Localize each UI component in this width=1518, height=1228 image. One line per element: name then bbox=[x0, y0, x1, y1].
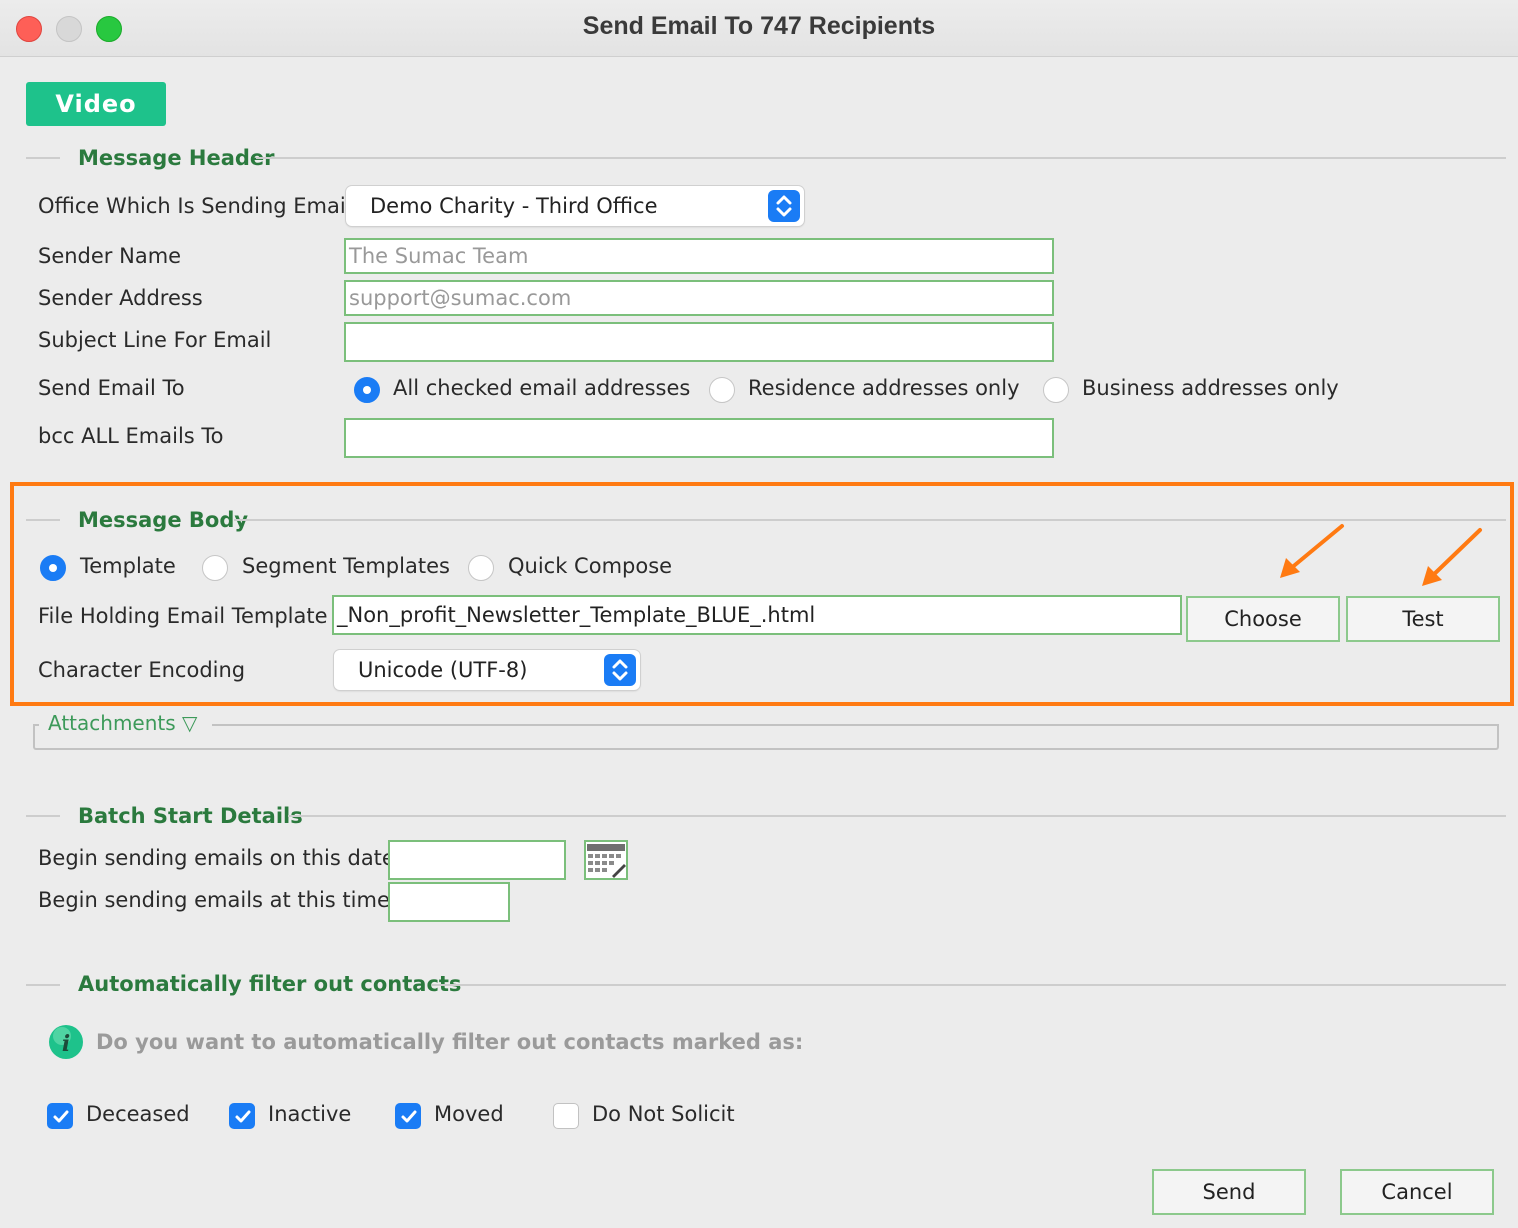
checkbox-inactive-label: Inactive bbox=[268, 1102, 352, 1126]
sender-name-label: Sender Name bbox=[38, 244, 182, 268]
attachments-toggle[interactable]: Attachments ▽ bbox=[48, 711, 197, 735]
section-divider bbox=[212, 724, 1499, 726]
section-divider bbox=[26, 519, 60, 521]
batch-start-title: Batch Start Details bbox=[78, 804, 303, 828]
radio-segment-templates[interactable] bbox=[202, 555, 228, 581]
attachments-panel bbox=[33, 726, 1499, 750]
send-button[interactable]: Send bbox=[1152, 1169, 1306, 1215]
section-divider bbox=[33, 724, 39, 726]
begin-time-input[interactable] bbox=[388, 882, 510, 922]
checkbox-moved[interactable] bbox=[395, 1103, 421, 1129]
section-divider bbox=[26, 157, 60, 159]
radio-business-only-label: Business addresses only bbox=[1082, 376, 1339, 400]
office-label: Office Which Is Sending Email bbox=[38, 194, 352, 218]
radio-all-checked[interactable] bbox=[354, 377, 380, 403]
video-button[interactable]: Video bbox=[26, 82, 166, 126]
section-divider bbox=[26, 984, 60, 986]
calendar-icon[interactable] bbox=[584, 840, 628, 880]
arrow-annotation-icon bbox=[1280, 524, 1344, 578]
sender-name-input[interactable]: The Sumac Team bbox=[344, 238, 1054, 274]
subject-input[interactable] bbox=[344, 322, 1054, 362]
chevron-updown-icon bbox=[604, 654, 636, 686]
checkbox-inactive[interactable] bbox=[229, 1103, 255, 1129]
sender-address-label: Sender Address bbox=[38, 286, 203, 310]
radio-quick-compose[interactable] bbox=[468, 555, 494, 581]
encoding-label: Character Encoding bbox=[38, 658, 246, 682]
arrow-annotation-icon bbox=[1422, 528, 1482, 586]
message-body-title: Message Body bbox=[78, 508, 249, 532]
bcc-label: bcc ALL Emails To bbox=[38, 424, 224, 448]
office-select[interactable]: Demo Charity - Third Office bbox=[346, 186, 804, 226]
radio-template[interactable] bbox=[40, 555, 66, 581]
filter-question: Do you want to automatically filter out … bbox=[96, 1030, 804, 1054]
send-email-window: Send Email To 747 Recipients Video Messa… bbox=[0, 0, 1518, 1228]
sender-address-input[interactable]: support@sumac.com bbox=[344, 280, 1054, 316]
section-divider bbox=[288, 815, 1506, 817]
encoding-select-value: Unicode (UTF-8) bbox=[358, 658, 528, 682]
checkbox-deceased[interactable] bbox=[47, 1103, 73, 1129]
subject-label: Subject Line For Email bbox=[38, 328, 272, 352]
title-bar: Send Email To 747 Recipients bbox=[0, 0, 1518, 57]
checkbox-moved-label: Moved bbox=[434, 1102, 504, 1126]
file-template-input[interactable]: _Non_profit_Newsletter_Template_BLUE_.ht… bbox=[332, 595, 1182, 635]
bcc-input[interactable] bbox=[344, 418, 1054, 458]
begin-time-label: Begin sending emails at this time bbox=[38, 888, 390, 912]
section-divider bbox=[26, 815, 60, 817]
section-divider bbox=[432, 984, 1506, 986]
file-template-label: File Holding Email Template bbox=[38, 604, 328, 628]
radio-residence-only[interactable] bbox=[709, 377, 735, 403]
section-divider bbox=[234, 519, 1506, 521]
checkbox-deceased-label: Deceased bbox=[86, 1102, 190, 1126]
window-title: Send Email To 747 Recipients bbox=[582, 12, 936, 40]
office-select-value: Demo Charity - Third Office bbox=[370, 194, 658, 218]
begin-date-input[interactable] bbox=[388, 840, 566, 880]
chevron-updown-icon bbox=[768, 190, 800, 222]
radio-business-only[interactable] bbox=[1043, 377, 1069, 403]
radio-residence-only-label: Residence addresses only bbox=[748, 376, 1020, 400]
choose-button[interactable]: Choose bbox=[1186, 596, 1340, 642]
radio-all-checked-label: All checked email addresses bbox=[393, 376, 691, 400]
test-button[interactable]: Test bbox=[1346, 596, 1500, 642]
encoding-select[interactable]: Unicode (UTF-8) bbox=[334, 650, 640, 690]
begin-date-label: Begin sending emails on this date bbox=[38, 846, 395, 870]
info-icon: i bbox=[48, 1024, 84, 1060]
checkbox-do-not-solicit[interactable] bbox=[553, 1103, 579, 1129]
svg-text:i: i bbox=[62, 1031, 70, 1057]
message-header-title: Message Header bbox=[78, 146, 275, 170]
filter-title: Automatically filter out contacts bbox=[78, 972, 462, 996]
section-divider bbox=[256, 157, 1506, 159]
radio-quick-compose-label: Quick Compose bbox=[508, 554, 673, 578]
radio-template-label: Template bbox=[80, 554, 176, 578]
send-to-label: Send Email To bbox=[38, 376, 185, 400]
checkbox-do-not-solicit-label: Do Not Solicit bbox=[592, 1102, 735, 1126]
radio-segment-templates-label: Segment Templates bbox=[242, 554, 450, 578]
cancel-button[interactable]: Cancel bbox=[1340, 1169, 1494, 1215]
